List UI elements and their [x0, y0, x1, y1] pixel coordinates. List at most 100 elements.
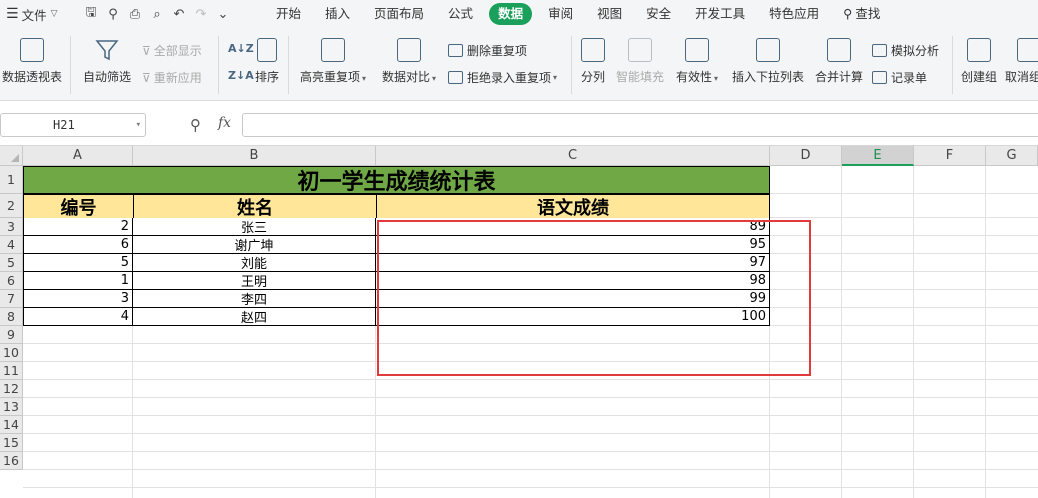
- row-header-13[interactable]: 13: [0, 398, 23, 416]
- tab-9[interactable]: 特色应用: [757, 3, 831, 25]
- gridline-horizontal: [23, 433, 1038, 434]
- smart-fill-label: 智能填充: [615, 70, 664, 84]
- consolidate-button[interactable]: 合并计算: [812, 38, 866, 85]
- row-header-2[interactable]: 2: [0, 194, 23, 218]
- insert-dropdown-button[interactable]: 插入下拉列表: [729, 38, 807, 85]
- data-cell-name[interactable]: 刘能: [133, 254, 376, 272]
- row-header-9[interactable]: 9: [0, 326, 23, 344]
- formula-input[interactable]: [242, 113, 1038, 137]
- data-cell-name[interactable]: 王明: [133, 272, 376, 290]
- print-icon[interactable]: ⎙: [124, 7, 146, 22]
- tab-2[interactable]: 页面布局: [362, 3, 436, 25]
- reject-duplicates-button[interactable]: 拒绝录入重复项 ▾: [448, 69, 557, 86]
- tab-4[interactable]: 数据: [489, 3, 533, 25]
- format-painter-icon[interactable]: ⚲: [102, 7, 124, 22]
- data-cell-name[interactable]: 赵四: [133, 308, 376, 326]
- header-cell[interactable]: 编号: [23, 194, 134, 219]
- tab-8[interactable]: 开发工具: [683, 3, 757, 25]
- smart-fill-button[interactable]: 智能填充: [614, 38, 666, 85]
- row-header-8[interactable]: 8: [0, 308, 23, 326]
- remove-duplicates-button[interactable]: 删除重复项: [448, 42, 527, 59]
- row-header-5[interactable]: 5: [0, 254, 23, 272]
- select-all-corner[interactable]: [0, 146, 23, 166]
- highlight-duplicates-button[interactable]: 高亮重复项 ▾: [296, 38, 370, 85]
- tab-5[interactable]: 审阅: [536, 3, 585, 25]
- row-header-10[interactable]: 10: [0, 344, 23, 362]
- insert-dropdown-icon: [756, 38, 780, 62]
- data-cell-id[interactable]: 5: [23, 254, 133, 272]
- gridline-horizontal: [23, 361, 1038, 362]
- row-header-3[interactable]: 3: [0, 218, 23, 236]
- data-cell-id[interactable]: 4: [23, 308, 133, 326]
- show-all-button[interactable]: ⊽ 全部显示: [142, 42, 202, 59]
- sort-descending-icon[interactable]: Z↓A: [228, 69, 254, 82]
- chevron-down-icon[interactable]: ▾: [136, 114, 141, 136]
- tab-10[interactable]: ⚲ 查找: [831, 3, 892, 25]
- data-cell-id[interactable]: 2: [23, 218, 133, 236]
- column-header-b[interactable]: B: [133, 146, 376, 166]
- create-group-icon: [967, 38, 991, 62]
- data-cell-name[interactable]: 李四: [133, 290, 376, 308]
- column-header-d[interactable]: D: [770, 146, 842, 166]
- undo-icon[interactable]: ↶: [168, 7, 190, 22]
- data-cell-id[interactable]: 1: [23, 272, 133, 290]
- column-header-c[interactable]: C: [376, 146, 770, 166]
- data-cell-name[interactable]: 张三: [133, 218, 376, 236]
- sheet-title-cell[interactable]: 初一学生成绩统计表: [23, 166, 770, 194]
- header-cell[interactable]: 姓名: [133, 194, 377, 219]
- row-header-14[interactable]: 14: [0, 416, 23, 434]
- tab-3[interactable]: 公式: [436, 3, 485, 25]
- tab-label: 视图: [597, 6, 623, 21]
- pivot-table-button[interactable]: 数据透视表: [0, 38, 64, 85]
- header-cell[interactable]: 语文成绩: [376, 194, 770, 219]
- column-header-a[interactable]: A: [23, 146, 133, 166]
- create-group-button[interactable]: 创建组: [957, 38, 1001, 85]
- file-menu[interactable]: ☰ 文件 ▽: [0, 5, 80, 24]
- auto-filter-button[interactable]: 自动筛选: [78, 38, 136, 85]
- tab-6[interactable]: 视图: [585, 3, 634, 25]
- row-header-4[interactable]: 4: [0, 236, 23, 254]
- row-header-12[interactable]: 12: [0, 380, 23, 398]
- row-header-7[interactable]: 7: [0, 290, 23, 308]
- split-column-button[interactable]: 分列: [576, 38, 610, 85]
- row-header-16[interactable]: 16: [0, 452, 23, 470]
- fx-icon[interactable]: fx: [218, 115, 231, 131]
- data-cell-id[interactable]: 6: [23, 236, 133, 254]
- data-cell-score[interactable]: 99: [376, 290, 770, 308]
- tab-0[interactable]: 开始: [264, 3, 313, 25]
- data-cell-score[interactable]: 100: [376, 308, 770, 326]
- row-header-1[interactable]: 1: [0, 166, 23, 194]
- redo-icon[interactable]: ↷: [190, 7, 212, 22]
- data-cell-score[interactable]: 98: [376, 272, 770, 290]
- pivot-table-icon: [20, 38, 44, 62]
- save-icon[interactable]: 🖫: [80, 3, 102, 25]
- data-cell-name[interactable]: 谢广坤: [133, 236, 376, 254]
- print-preview-icon[interactable]: ⌕: [146, 7, 168, 22]
- column-header-g[interactable]: G: [986, 146, 1038, 166]
- column-header-f[interactable]: F: [914, 146, 986, 166]
- split-column-label: 分列: [580, 70, 605, 84]
- row-header-6[interactable]: 6: [0, 272, 23, 290]
- record-form-button[interactable]: 记录单: [872, 69, 927, 86]
- sort-button[interactable]: 排序: [252, 38, 282, 85]
- data-cell-score[interactable]: 97: [376, 254, 770, 272]
- ungroup-button[interactable]: 取消组: [1005, 38, 1038, 85]
- row-header-15[interactable]: 15: [0, 434, 23, 452]
- tab-1[interactable]: 插入: [313, 3, 362, 25]
- zoom-icon[interactable]: ⚲: [190, 116, 201, 134]
- reapply-button[interactable]: ⊽ 重新应用: [142, 69, 202, 86]
- name-box[interactable]: H21 ▾: [0, 113, 146, 137]
- column-header-e[interactable]: E: [842, 146, 914, 166]
- ribbon-separator: [218, 36, 219, 94]
- simulation-button[interactable]: 模拟分析: [872, 42, 939, 59]
- data-cell-score[interactable]: 95: [376, 236, 770, 254]
- data-cell-score[interactable]: 89: [376, 218, 770, 236]
- row-header-11[interactable]: 11: [0, 362, 23, 380]
- sort-ascending-icon[interactable]: A↓Z: [228, 42, 254, 55]
- data-cell-id[interactable]: 3: [23, 290, 133, 308]
- validity-button[interactable]: 有效性 ▾: [672, 38, 722, 85]
- data-compare-button[interactable]: 数据对比 ▾: [378, 38, 440, 85]
- customize-icon[interactable]: ⌄: [212, 7, 234, 22]
- caret-down-icon: ▾: [362, 74, 367, 83]
- tab-7[interactable]: 安全: [634, 3, 683, 25]
